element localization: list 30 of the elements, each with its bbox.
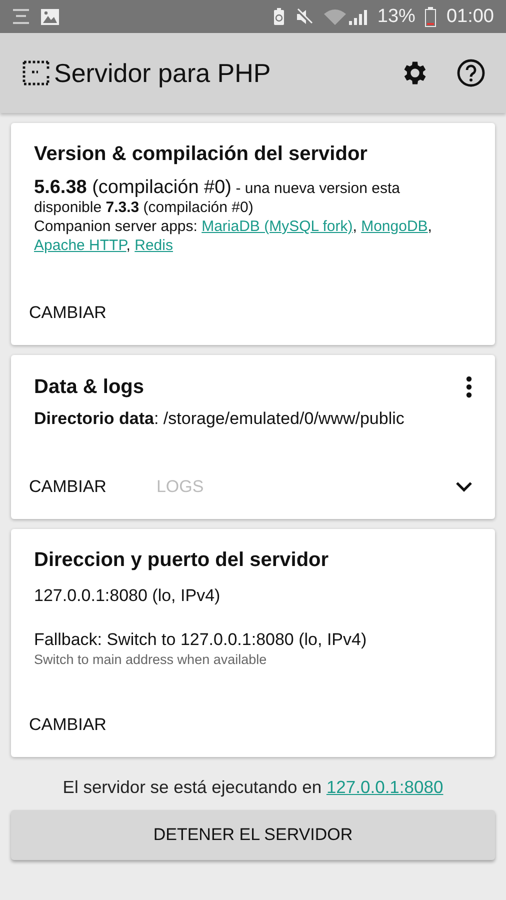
data-directory-text: Directorio data: /storage/emulated/0/www/public — [34, 409, 406, 429]
fallback-text: Fallback: Switch to 127.0.0.1:8080 (lo, IPv4) — [34, 630, 368, 650]
stop-server-button[interactable]: DETENER EL SERVIDOR — [11, 810, 495, 860]
image-icon — [40, 8, 60, 26]
card-title: Direccion y puerto del servidor — [34, 549, 330, 572]
server-address-link[interactable]: 127.0.0.1:8080 — [326, 777, 444, 797]
fallback-hint: Switch to main address when available — [34, 652, 268, 667]
change-button[interactable]: CAMBIAR — [29, 473, 106, 501]
companion-link[interactable]: Redis — [134, 237, 173, 254]
clock-time: 01:00 — [446, 6, 494, 28]
battery-percentage: 13% — [377, 6, 416, 28]
version-text: 5.6.38 (compilación #0) - una nueva version esta disponible 7.3.3 (compilación #0) Companion server apps: MariaDB (MySQL fork), MongoDB, Apache HTTP, Redis — [34, 178, 433, 255]
app-title: Servidor para PHP — [54, 58, 271, 88]
wifi-signal-icon — [323, 8, 368, 26]
more-options-icon[interactable] — [465, 375, 473, 399]
server-status-text: El servidor se está ejecutando en 127.0.0.1:8080 — [62, 777, 444, 798]
mute-icon — [295, 8, 314, 26]
card-title: Version & compilación del servidor — [34, 143, 368, 166]
app-logo-icon — [22, 60, 50, 86]
companion-link[interactable]: Apache HTTP — [34, 237, 126, 254]
help-icon[interactable] — [456, 58, 486, 88]
battery-saver-icon — [273, 8, 286, 26]
change-button[interactable]: CAMBIAR — [29, 299, 106, 327]
address-text: 127.0.0.1:8080 (lo, IPv4) — [34, 586, 222, 606]
companion-link[interactable]: MariaDB (MySQL fork) — [202, 218, 353, 235]
chevron-icon[interactable] — [455, 481, 473, 493]
battery-icon — [425, 6, 436, 26]
change-button[interactable]: CAMBIAR — [29, 711, 106, 739]
companion-link[interactable]: MongoDB — [361, 218, 428, 235]
card-title: Data & logs — [34, 376, 144, 398]
